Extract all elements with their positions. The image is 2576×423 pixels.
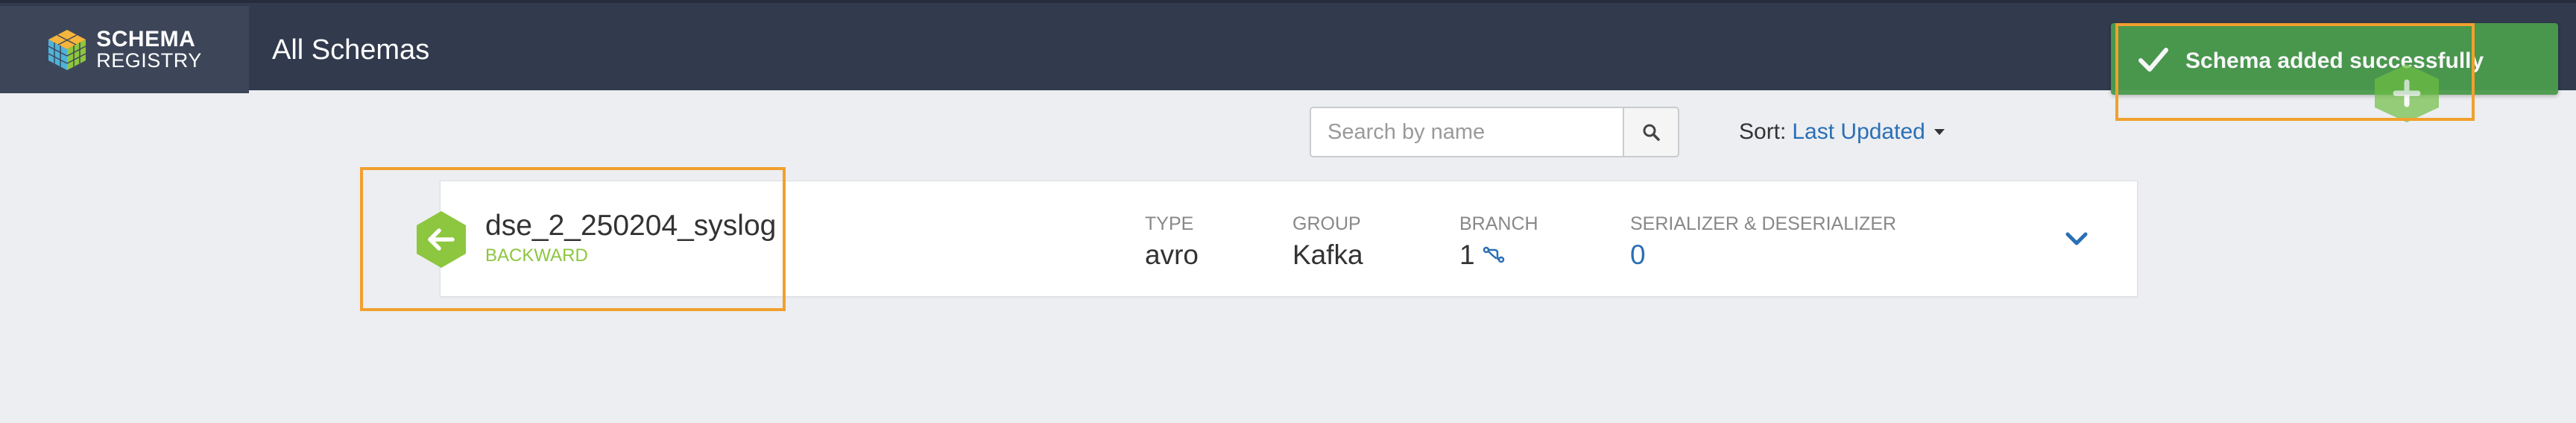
search-button[interactable] <box>1623 107 1679 157</box>
schema-type-field: TYPE avro <box>1145 213 1199 271</box>
branch-value-row: 1 <box>1459 239 1538 271</box>
branch-label: BRANCH <box>1459 213 1538 234</box>
schema-highlight-box <box>360 167 786 311</box>
sort-dropdown[interactable]: Last Updated <box>1792 119 1925 145</box>
search-input[interactable] <box>1310 107 1623 157</box>
cube-logo-icon <box>48 29 86 70</box>
branch-icon[interactable] <box>1483 245 1505 265</box>
serde-count-link[interactable]: 0 <box>1630 239 1896 271</box>
group-value: Kafka <box>1292 239 1363 270</box>
branch-value: 1 <box>1459 239 1475 270</box>
page-title: All Schemas <box>272 34 430 66</box>
toast-highlight-box <box>2115 23 2475 121</box>
app-logo[interactable]: SCHEMA REGISTRY <box>0 6 249 93</box>
search-bar <box>1310 107 1679 157</box>
group-label: GROUP <box>1292 213 1361 234</box>
logo-line-1: SCHEMA <box>96 27 196 51</box>
type-value: avro <box>1145 239 1199 270</box>
schema-serde-field: SERIALIZER & DESERIALIZER 0 <box>1630 213 1896 271</box>
caret-down-icon[interactable] <box>1933 129 1945 135</box>
schema-branch-field: BRANCH 1 <box>1459 213 1538 271</box>
type-label: TYPE <box>1145 213 1194 234</box>
chevron-down-icon[interactable] <box>2063 230 2090 248</box>
logo-text: SCHEMA REGISTRY <box>96 28 202 71</box>
search-icon <box>1643 124 1660 141</box>
schema-group-field: GROUP Kafka <box>1292 213 1363 271</box>
serde-label: SERIALIZER & DESERIALIZER <box>1630 213 1897 234</box>
logo-line-2: REGISTRY <box>96 49 202 72</box>
sort-label: Sort: <box>1739 119 1787 144</box>
sort-control: Sort: Last Updated <box>1739 119 1945 145</box>
